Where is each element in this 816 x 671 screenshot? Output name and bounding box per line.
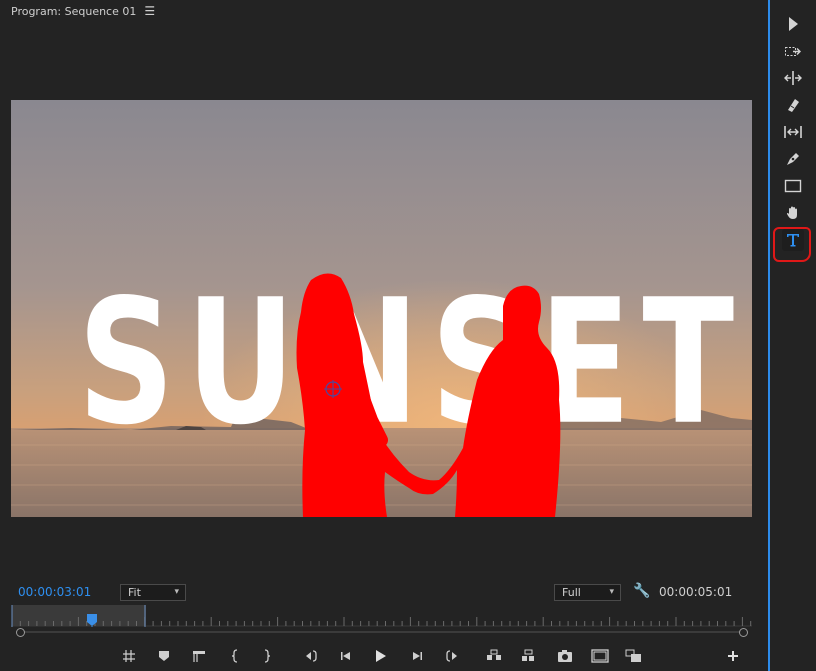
zoom-handle-left[interactable] (16, 628, 25, 637)
settings-wrench-icon[interactable]: 🔧 (633, 583, 650, 599)
slip-icon (784, 126, 802, 138)
mark-out-brace-button[interactable] (256, 645, 278, 667)
annotation-highlight-circle (773, 227, 811, 262)
step-back-button[interactable] (335, 645, 357, 667)
playback-resolution-select[interactable]: Full ▾ (554, 584, 621, 601)
step-forward-button[interactable] (406, 645, 428, 667)
go-to-out-icon (446, 650, 457, 662)
program-monitor-panel: Program: Sequence 01 ☰ SUNSET 00:00:03:0… (0, 0, 768, 671)
go-to-in-button[interactable] (301, 645, 323, 667)
hamburger-icon[interactable]: ☰ (144, 4, 155, 18)
zoom-level-value: Fit (128, 586, 141, 599)
marker-icon (159, 651, 169, 661)
zoom-scroll-bar[interactable] (16, 628, 748, 637)
panel-title[interactable]: Program: Sequence 01 (11, 5, 136, 18)
duration-timecode: 00:00:05:01 (659, 585, 733, 599)
film-clip-icon (193, 651, 205, 662)
hand-icon (786, 206, 797, 219)
pen-icon (787, 153, 799, 165)
step-forward-icon (413, 652, 422, 660)
step-back-icon (341, 652, 350, 660)
panel-header: Program: Sequence 01 ☰ (11, 3, 155, 19)
add-marker-button[interactable] (118, 645, 140, 667)
transport-controls (0, 645, 768, 669)
chevron-down-icon: ▾ (609, 587, 614, 597)
proxy-icon (625, 649, 641, 662)
zoom-handle-right[interactable] (739, 628, 748, 637)
button-editor-button[interactable] (722, 645, 744, 667)
video-frame[interactable]: SUNSET (11, 100, 752, 517)
extract-icon (522, 649, 534, 661)
play-icon (376, 650, 386, 662)
zoom-track (23, 631, 741, 633)
chevron-down-icon: ▾ (174, 587, 179, 597)
go-to-in-icon (306, 650, 317, 662)
razor-tool[interactable] (782, 94, 804, 116)
lift-icon (487, 649, 501, 660)
mark-in-brace-button[interactable] (224, 645, 246, 667)
mark-in-button[interactable] (188, 645, 210, 667)
brace-right-icon (264, 649, 271, 663)
ripple-edit-icon (784, 71, 802, 85)
extract-button[interactable] (518, 645, 540, 667)
marker-button[interactable] (153, 645, 175, 667)
selection-tool[interactable] (782, 13, 804, 35)
resolution-value: Full (562, 586, 581, 599)
plus-icon (728, 651, 738, 661)
go-to-out-button[interactable] (440, 645, 462, 667)
comparison-view-button[interactable] (589, 645, 611, 667)
razor-icon (788, 99, 799, 112)
current-timecode[interactable]: 00:00:03:01 (18, 585, 91, 599)
comparison-view-icon (591, 649, 609, 663)
track-select-forward-tool[interactable] (782, 40, 804, 62)
rectangle-icon (784, 179, 802, 193)
snap-grid-icon (123, 650, 135, 662)
time-ruler[interactable] (11, 605, 752, 627)
brace-left-icon (231, 649, 238, 663)
ripple-edit-tool[interactable] (782, 67, 804, 89)
lift-button[interactable] (483, 645, 505, 667)
slip-tool[interactable] (782, 121, 804, 143)
camera-icon (558, 650, 572, 662)
toggle-proxies-button[interactable] (623, 645, 645, 667)
zoom-level-select[interactable]: Fit ▾ (120, 584, 186, 601)
track-select-icon (785, 47, 801, 56)
play-button[interactable] (369, 645, 391, 667)
rectangle-tool[interactable] (782, 175, 804, 197)
export-frame-button[interactable] (554, 645, 576, 667)
masked-people-overlay (296, 273, 561, 517)
pen-tool[interactable] (782, 148, 804, 170)
selection-arrow-icon (789, 17, 798, 31)
hand-tool[interactable] (782, 202, 804, 224)
